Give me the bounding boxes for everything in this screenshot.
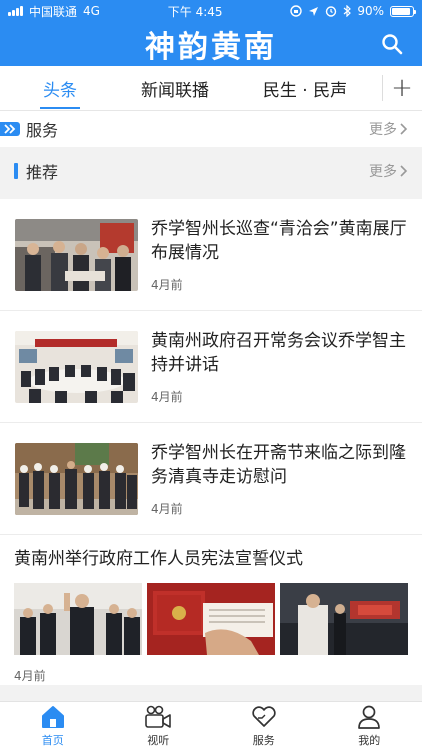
nav-label-services: 服务 xyxy=(252,734,275,747)
recommend-section-header: 推荐 更多 xyxy=(0,151,422,191)
location-arrow-icon xyxy=(309,6,319,16)
status-bar: 中国联通 4G 下午 4:45 90% xyxy=(0,0,422,22)
news-item[interactable]: 乔学智州长在开斋节来临之际到隆务清真寺走访慰问 4月前 xyxy=(0,423,422,535)
double-chevron-icon xyxy=(0,122,20,136)
recommend-title: 推荐 xyxy=(26,163,59,182)
tab-news-broadcast[interactable]: 新闻联播 xyxy=(120,66,230,111)
nav-item-profile[interactable]: 我的 xyxy=(317,702,422,750)
nav-item-home[interactable]: 首页 xyxy=(0,702,106,750)
app-title: 神韵黄南 xyxy=(145,30,277,65)
carrier-name: 中国联通 xyxy=(29,4,78,19)
nav-label-profile: 我的 xyxy=(358,734,381,747)
chevron-right-icon xyxy=(400,165,408,177)
battery-percent: 90% xyxy=(357,4,384,18)
services-more-link[interactable]: 更多 xyxy=(369,119,408,139)
news-thumbnail xyxy=(280,583,408,655)
section-accent-bar xyxy=(14,163,18,179)
bottom-navigation: 首页 视听 服务 我的 xyxy=(0,701,422,750)
chevron-right-icon xyxy=(400,123,408,135)
signal-icon xyxy=(8,6,23,16)
news-time: 4月前 xyxy=(151,277,183,292)
news-thumbnail xyxy=(15,218,138,291)
news-title: 黄南州政府召开常务会议乔学智主持并讲话 xyxy=(151,330,406,375)
nav-label-media: 视听 xyxy=(147,734,170,747)
search-icon[interactable] xyxy=(380,32,404,56)
app-header: 中国联通 4G 下午 4:45 90% 神韵黄南 xyxy=(0,0,422,66)
news-time: 4月前 xyxy=(151,389,183,404)
news-item[interactable]: 黄南州政府召开常务会议乔学智主持并讲话 4月前 xyxy=(0,311,422,423)
status-time: 下午 4:45 xyxy=(167,4,223,19)
recommend-more-label: 更多 xyxy=(369,164,397,180)
news-thumbnail xyxy=(15,330,138,403)
channel-tabs: 头条 新闻联播 民生 · 民声 + xyxy=(0,66,422,111)
news-feed: 乔学智州长巡查“青洽会”黄南展厅布展情况 4月前 黄南州政府召开常务会议乔学智主… xyxy=(0,199,422,699)
nav-item-services[interactable]: 服务 xyxy=(211,702,317,750)
alarm-icon xyxy=(326,6,337,17)
news-item[interactable]: 乔学智州长巡查“青洽会”黄南展厅布展情况 4月前 xyxy=(0,199,422,311)
orientation-lock-icon xyxy=(290,5,303,17)
news-title: 乔学智州长巡查“青洽会”黄南展厅布展情况 xyxy=(151,218,407,263)
news-thumbnail xyxy=(147,583,275,655)
news-thumbnail xyxy=(15,442,138,515)
add-channel-button[interactable]: + xyxy=(383,66,421,111)
news-time: 4月前 xyxy=(151,501,183,516)
nav-item-media[interactable]: 视听 xyxy=(106,702,212,750)
news-title: 黄南州举行政府工作人员宪法宣誓仪式 xyxy=(14,549,303,569)
person-icon xyxy=(358,705,381,729)
tab-livelihood[interactable]: 民生 · 民声 xyxy=(230,66,380,111)
feed-divider xyxy=(0,685,422,701)
heart-hand-icon xyxy=(252,706,276,727)
news-thumbnail xyxy=(14,583,142,655)
nav-label-home: 首页 xyxy=(41,734,64,747)
services-more-label: 更多 xyxy=(369,122,397,138)
tab-headlines[interactable]: 头条 xyxy=(0,66,120,111)
bluetooth-icon xyxy=(343,5,352,17)
multi-image-news-item[interactable]: 黄南州举行政府工作人员宪法宣誓仪式 4月前 xyxy=(0,535,422,691)
news-time: 4月前 xyxy=(14,669,46,683)
recommend-more-link[interactable]: 更多 xyxy=(369,161,408,181)
video-camera-icon xyxy=(145,705,172,728)
home-icon xyxy=(41,706,64,728)
services-title: 服务 xyxy=(26,121,59,140)
news-title: 乔学智州长在开斋节来临之际到隆务清真寺走访慰问 xyxy=(151,442,406,487)
battery-icon xyxy=(389,5,416,17)
network-type: 4G xyxy=(83,4,100,18)
services-section: 服务 更多 xyxy=(0,111,422,147)
